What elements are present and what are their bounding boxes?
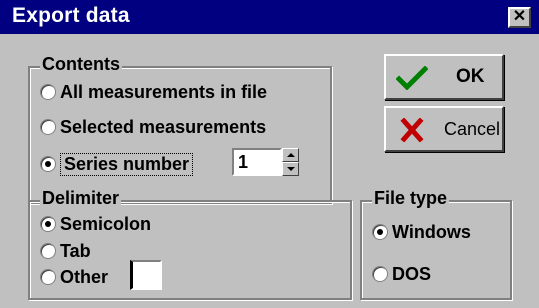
radio-button[interactable]: [40, 216, 56, 232]
up-arrow-icon: [286, 153, 295, 157]
radio-series-number[interactable]: Series number: [40, 152, 194, 176]
radio-button[interactable]: [40, 156, 56, 172]
radio-button[interactable]: [40, 269, 56, 285]
radio-button[interactable]: [40, 243, 56, 259]
ok-button[interactable]: OK: [384, 54, 504, 100]
ok-label: OK: [456, 66, 485, 87]
radio-label: Series number: [60, 152, 194, 176]
radio-button[interactable]: [40, 84, 56, 100]
radio-tab[interactable]: Tab: [40, 239, 91, 263]
file-type-group: File type Windows DOS: [360, 188, 512, 300]
series-number-input[interactable]: 1: [232, 148, 282, 176]
contents-legend: Contents: [40, 54, 122, 75]
radio-label: Semicolon: [60, 213, 152, 234]
radio-button[interactable]: [40, 119, 56, 135]
cancel-button[interactable]: Cancel: [384, 106, 504, 152]
x-icon: [400, 118, 424, 142]
radio-all-measurements[interactable]: All measurements in file: [40, 80, 267, 104]
radio-other[interactable]: Other: [40, 265, 108, 289]
radio-dos[interactable]: DOS: [372, 262, 431, 286]
radio-label: Tab: [60, 240, 91, 261]
spin-down-button[interactable]: [282, 162, 299, 176]
file-type-legend: File type: [372, 188, 450, 209]
dialog-body: Contents All measurements in file Select…: [0, 34, 539, 308]
series-number-stepper[interactable]: 1: [232, 148, 299, 176]
radio-windows[interactable]: Windows: [372, 220, 471, 244]
window-title: Export data: [12, 4, 130, 27]
down-arrow-icon: [286, 167, 295, 171]
radio-selected-measurements[interactable]: Selected measurements: [40, 115, 266, 139]
radio-button[interactable]: [372, 266, 388, 282]
cancel-label: Cancel: [444, 119, 501, 139]
radio-label: Selected measurements: [60, 116, 267, 137]
series-number-value: 1: [238, 152, 249, 172]
radio-button[interactable]: [372, 224, 388, 240]
other-delimiter-input[interactable]: [130, 260, 162, 290]
delimiter-legend: Delimiter: [40, 188, 122, 209]
radio-semicolon[interactable]: Semicolon: [40, 212, 151, 236]
title-bar: Export data ✕: [0, 0, 539, 34]
radio-label: All measurements in file: [60, 81, 268, 102]
radio-label: DOS: [392, 263, 432, 284]
close-button[interactable]: ✕: [508, 7, 531, 28]
radio-label: Other: [60, 266, 109, 287]
contents-group: Contents All measurements in file Select…: [28, 54, 332, 204]
check-icon: [396, 66, 428, 90]
radio-label: Windows: [392, 221, 471, 242]
spin-up-button[interactable]: [282, 148, 299, 162]
delimiter-group: Delimiter Semicolon Tab Other: [28, 188, 352, 300]
close-icon: ✕: [512, 8, 527, 25]
